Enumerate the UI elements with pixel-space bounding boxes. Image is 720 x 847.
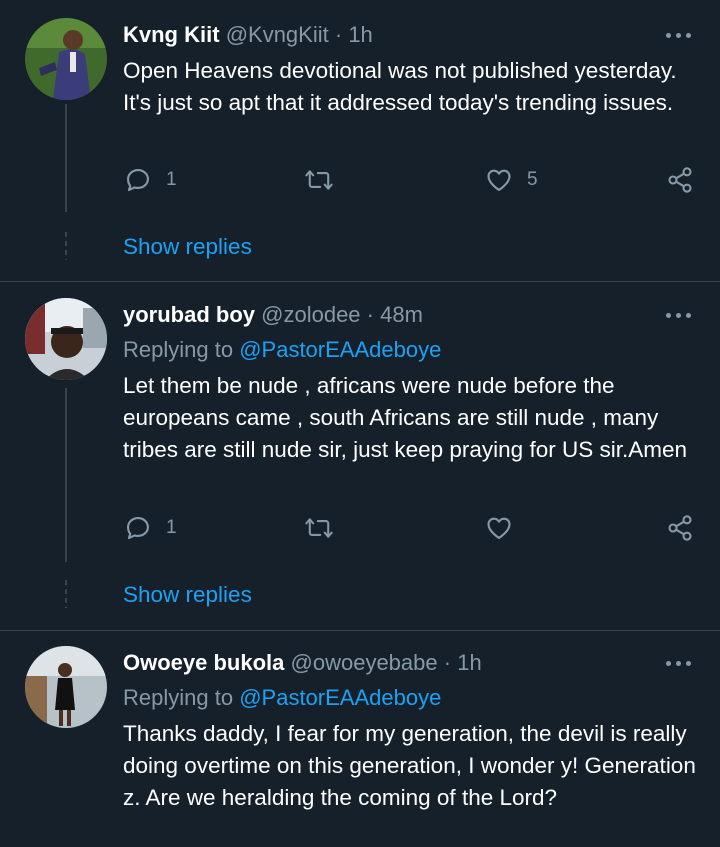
heart-icon — [487, 517, 511, 539]
replying-to-label: Replying to — [123, 337, 234, 362]
tweet-actions: 1 — [0, 514, 720, 544]
timestamp[interactable]: 1h — [457, 650, 481, 675]
user-handle[interactable]: @zolodee — [261, 302, 360, 327]
heart-icon — [487, 169, 511, 191]
tweet-actions: 1 5 — [0, 166, 720, 196]
share-button[interactable] — [666, 514, 694, 542]
reply-count: 1 — [166, 169, 177, 190]
reply-icon — [127, 169, 149, 192]
share-icon — [668, 167, 692, 193]
like-count: 5 — [527, 169, 538, 190]
thread-dots — [65, 580, 67, 608]
tweet-header: Kvng Kiit @KvngKiit · 1h — [123, 22, 650, 48]
tweet-header: Owoeye bukola @owoeyebabe · 1h — [123, 650, 650, 676]
reply-count: 1 — [166, 517, 177, 538]
reply-button[interactable]: 1 — [124, 166, 177, 194]
avatar-zolodee[interactable] — [25, 298, 107, 380]
mention-link[interactable]: @PastorEAAdeboye — [239, 337, 441, 362]
reply-icon — [127, 517, 149, 540]
share-icon — [668, 515, 692, 541]
tweet-text: Open Heavens devotional was not publishe… — [123, 58, 677, 115]
timestamp[interactable]: 1h — [348, 22, 372, 47]
avatar-owoeyebabe[interactable] — [25, 646, 107, 728]
replying-to-label: Replying to — [123, 685, 234, 710]
timestamp[interactable]: 48m — [380, 302, 423, 327]
separator: · — [334, 22, 343, 47]
user-handle[interactable]: @owoeyebabe — [291, 650, 438, 675]
reply-button[interactable]: 1 — [124, 514, 177, 542]
display-name[interactable]: Owoeye bukola — [123, 650, 284, 675]
display-name[interactable]: yorubad boy — [123, 302, 255, 327]
retweet-icon — [305, 170, 333, 190]
tweet-2[interactable]: yorubad boy @zolodee · 48m Replying to @… — [0, 282, 720, 630]
avatar-kvngkiit[interactable] — [25, 18, 107, 100]
user-handle[interactable]: @KvngKiit — [226, 22, 329, 47]
replying-to: Replying to @PastorEAAdeboye — [123, 685, 441, 711]
more-icon[interactable] — [666, 659, 692, 667]
retweet-button[interactable] — [304, 514, 348, 542]
thread-dots — [65, 232, 67, 260]
show-replies-link[interactable]: Show replies — [123, 582, 252, 608]
tweet-text: Let them be nude , africans were nude be… — [123, 373, 687, 462]
mention-link[interactable]: @PastorEAAdeboye — [239, 685, 441, 710]
tweet-1[interactable]: Kvng Kiit @KvngKiit · 1h Open Heavens de… — [0, 0, 720, 280]
tweet-header: yorubad boy @zolodee · 48m — [123, 302, 650, 328]
retweet-icon — [305, 518, 333, 538]
retweet-button[interactable] — [304, 166, 348, 194]
display-name[interactable]: Kvng Kiit — [123, 22, 220, 47]
more-icon[interactable] — [666, 311, 692, 319]
tweet-3[interactable]: Owoeye bukola @owoeyebabe · 1h Replying … — [0, 631, 720, 847]
share-button[interactable] — [666, 166, 694, 194]
like-button[interactable] — [485, 514, 527, 542]
replying-to: Replying to @PastorEAAdeboye — [123, 337, 441, 363]
separator: · — [366, 302, 374, 327]
show-replies-link[interactable]: Show replies — [123, 234, 252, 260]
tweet-text: Thanks daddy, I fear for my generation, … — [123, 721, 696, 810]
like-button[interactable]: 5 — [485, 166, 538, 194]
more-icon[interactable] — [666, 31, 692, 39]
separator: · — [443, 650, 452, 675]
